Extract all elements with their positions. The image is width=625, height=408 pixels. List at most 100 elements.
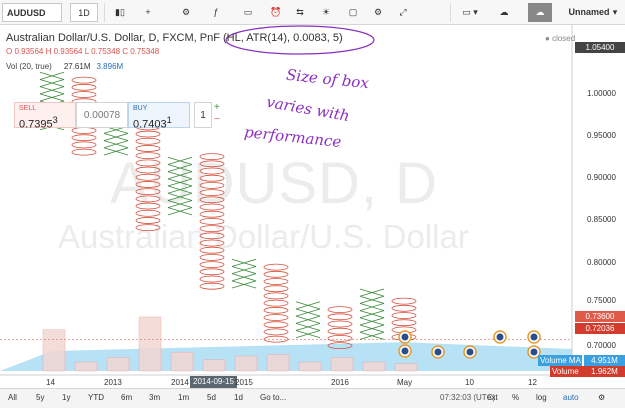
screenshot-icon[interactable]: ▢ [345, 3, 361, 22]
cloud-load-icon[interactable]: ☁ [528, 3, 552, 22]
market-status-text: closed [552, 34, 576, 43]
range-all[interactable]: All [8, 393, 17, 402]
pnf-o-box [199, 203, 225, 211]
replay-icon[interactable]: ⇆ [292, 3, 308, 22]
gear-icon[interactable]: ⚙ [598, 393, 605, 402]
pnf-x-box [167, 178, 193, 187]
interval-selector[interactable]: 1D [70, 3, 98, 22]
time-tick: 10 [465, 378, 474, 387]
volume-bar [298, 361, 322, 372]
pnf-o-box [135, 137, 161, 145]
market-status: ● closed [545, 34, 576, 43]
pnf-o-box [199, 261, 225, 269]
log-toggle[interactable]: log [536, 393, 547, 402]
range-5d[interactable]: 5d [207, 393, 216, 402]
pnf-x-box [359, 331, 385, 340]
pnf-x-box [295, 301, 321, 310]
pnf-x-box [231, 280, 257, 289]
pnf-o-box [135, 195, 161, 203]
pnf-x-box [295, 315, 321, 324]
sell-button[interactable]: SELL 0.73953 [14, 102, 76, 131]
pnf-o-box [135, 224, 161, 232]
price-tick: 0.85000 [587, 215, 616, 224]
pnf-o-box [199, 160, 225, 168]
pnf-o-box [199, 232, 225, 240]
chart-area[interactable]: AUDUSD, D Australian Dollar/U.S. Dollar … [0, 25, 625, 388]
range-1d[interactable]: 1d [234, 393, 243, 402]
cloud-save-icon[interactable]: ☁ [494, 3, 514, 22]
quantity-input[interactable]: 1 [194, 102, 212, 128]
range-5y[interactable]: 5y [36, 393, 44, 402]
layout-icon[interactable]: ▭ ▾ [458, 3, 482, 22]
alert-icon[interactable]: ⏰ [268, 3, 284, 22]
buy-price-pip: 1 [166, 115, 172, 125]
auto-toggle[interactable]: auto [563, 393, 579, 402]
ext-toggle[interactable]: ext [487, 393, 498, 402]
range-6m[interactable]: 6m [121, 393, 132, 402]
legend-title: Australian Dollar/U.S. Dollar, D, FXCM, … [6, 32, 343, 44]
volume-bar [266, 354, 290, 372]
settings-icon[interactable]: ⚙ [370, 3, 386, 22]
volume-bar [202, 359, 226, 372]
buy-label: BUY [133, 105, 148, 112]
time-tick: May [397, 378, 413, 387]
range-3m[interactable]: 3m [149, 393, 160, 402]
price-tick: 0.90000 [587, 173, 616, 182]
pnf-x-box [167, 192, 193, 201]
quantity-increase-button[interactable]: + [214, 102, 220, 113]
price-tick: 0.80000 [587, 258, 616, 267]
pnf-o-box [263, 270, 289, 278]
percent-toggle[interactable]: % [512, 393, 519, 402]
volume-bar [330, 357, 354, 372]
range-ytd[interactable]: YTD [88, 393, 104, 402]
time-tick: 2013 [104, 378, 122, 387]
pnf-o-box [263, 335, 289, 343]
pnf-o-box [199, 196, 225, 204]
volume-indicator-label: Vol (20, true) [6, 62, 52, 71]
pnf-x-box [103, 147, 129, 156]
pnf-o-box [199, 282, 225, 290]
volume-bar [74, 361, 98, 372]
time-tick: 2014 [171, 378, 189, 387]
bars-style-icon[interactable]: ▮▯ [112, 3, 128, 22]
pnf-x-box [359, 310, 385, 319]
pnf-o-box [135, 159, 161, 167]
flag-icon [434, 348, 442, 356]
chevron-down-icon[interactable]: ▾ [610, 3, 620, 22]
idea-icon[interactable]: ☀ [318, 3, 334, 22]
pnf-o-box [391, 319, 417, 327]
pnf-o-box [327, 320, 353, 328]
indicators-icon[interactable]: ⚙ [178, 3, 194, 22]
flag-icon [401, 347, 409, 355]
flag-icon [530, 333, 538, 341]
pnf-x-box [231, 273, 257, 282]
range-1m[interactable]: 1m [178, 393, 189, 402]
pnf-x-box [167, 156, 193, 165]
pnf-o-box [263, 278, 289, 285]
buy-button[interactable]: BUY 0.74031 [128, 102, 190, 131]
pnf-o-box [327, 334, 353, 342]
pnf-o-box [263, 263, 289, 271]
volume-badge-value: 1.962M [584, 366, 625, 377]
time-tick: 2015 [235, 378, 253, 387]
pnf-o-box [199, 253, 225, 261]
quantity-decrease-button[interactable]: − [214, 114, 220, 125]
pnf-o-box [199, 153, 225, 161]
compare-icon[interactable]: + [140, 3, 156, 22]
fullscreen-icon[interactable]: ⤢ [395, 3, 411, 22]
pnf-o-box [199, 181, 225, 189]
templates-icon[interactable]: ▭ [240, 3, 256, 22]
sell-price: 0.73953 [19, 115, 58, 131]
symbol-input[interactable]: AUDUSD [2, 3, 62, 22]
goto-button[interactable]: Go to... [260, 393, 286, 402]
pnf-o-box [391, 312, 417, 319]
last-price-badge: 0.73600 [575, 311, 625, 322]
volume-bar [170, 352, 194, 372]
pnf-o-box [135, 166, 161, 174]
pnf-x-box [39, 86, 65, 95]
pnf-o-box [71, 83, 97, 91]
range-1y[interactable]: 1y [62, 393, 70, 402]
sell-label: SELL [19, 105, 37, 112]
volume-badge-label: Volume [550, 366, 584, 377]
drawing-icon[interactable]: ƒ [208, 3, 224, 22]
